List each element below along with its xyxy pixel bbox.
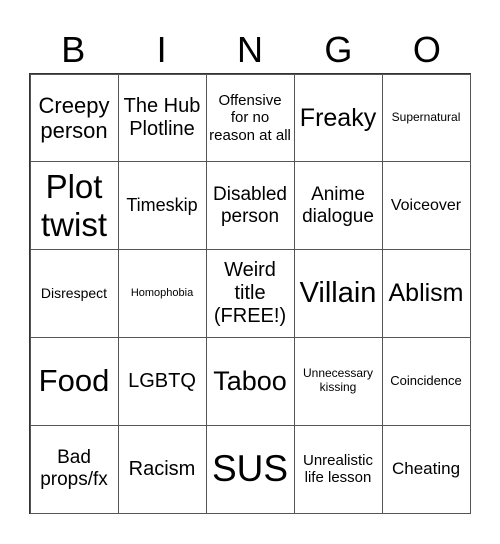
bingo-cell[interactable]: Unrealistic life lesson <box>293 424 383 514</box>
bingo-cell[interactable]: Bad props/fx <box>29 424 119 514</box>
header-letter-o: O <box>412 29 441 70</box>
bingo-cell[interactable]: Plot twist <box>29 161 119 251</box>
bingo-cell[interactable]: The Hub Plotline <box>117 73 207 163</box>
bingo-cell[interactable]: LGBTQ <box>117 336 207 426</box>
bingo-header: B I N G O <box>29 28 471 72</box>
bingo-cell[interactable]: Anime dialogue <box>293 161 383 251</box>
header-letter-b: B <box>61 29 86 70</box>
bingo-cell[interactable]: Cheating <box>381 424 471 514</box>
bingo-cell[interactable]: Offensive for no reason at all <box>205 73 295 163</box>
bingo-cell[interactable]: Taboo <box>205 336 295 426</box>
bingo-grid: Creepy person The Hub Plotline Offensive f… <box>29 73 471 514</box>
bingo-cell[interactable]: Disabled person <box>205 161 295 251</box>
bingo-cell[interactable]: Creepy person <box>29 73 119 163</box>
bingo-cell[interactable]: Supernatural <box>381 73 471 163</box>
bingo-cell[interactable]: Disrespect <box>29 249 119 338</box>
bingo-cell[interactable]: Homophobia <box>117 249 207 338</box>
header-letter-n: N <box>237 29 264 70</box>
bingo-cell[interactable]: Coincidence <box>381 336 471 426</box>
bingo-cell[interactable]: Voiceover <box>381 161 471 251</box>
header-letter-i: I <box>156 29 167 70</box>
bingo-cell[interactable]: Unnecessary kissing <box>293 336 383 426</box>
bingo-cell[interactable]: SUS <box>205 424 295 514</box>
bingo-cell[interactable]: Freaky <box>293 73 383 163</box>
bingo-cell[interactable]: Weird title (FREE!) <box>205 249 295 338</box>
bingo-cell[interactable]: Food <box>29 336 119 426</box>
bingo-cell[interactable]: Villain <box>293 249 383 338</box>
bingo-cell[interactable]: Timeskip <box>117 161 207 251</box>
bingo-cell[interactable]: Racism <box>117 424 207 514</box>
bingo-cell[interactable]: Ablism <box>381 249 471 338</box>
header-letter-g: G <box>324 29 353 70</box>
